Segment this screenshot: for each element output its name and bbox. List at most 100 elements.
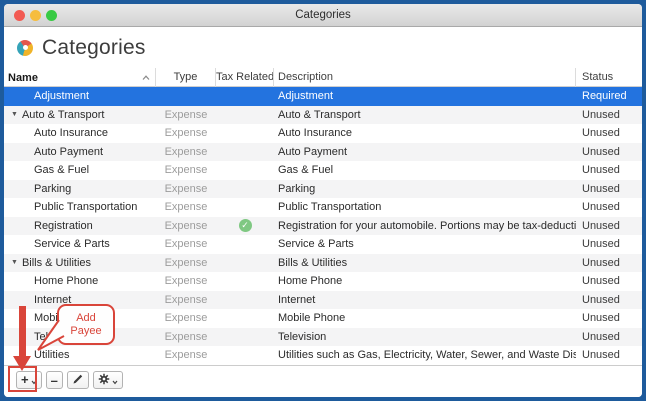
category-name: Auto Payment [4, 146, 156, 158]
table-row[interactable]: ▼Auto & TransportExpenseAuto & Transport… [4, 106, 642, 125]
category-status: Unused [576, 220, 642, 232]
category-name: Auto Insurance [4, 127, 156, 139]
table-row[interactable]: Service & PartsExpenseService & PartsUnu… [4, 235, 642, 254]
category-name-label: Service & Parts [34, 238, 110, 250]
category-name: Home Phone [4, 275, 156, 287]
sort-ascending-icon [142, 75, 150, 81]
page-header: Categories [4, 27, 642, 68]
category-status: Unused [576, 201, 642, 213]
category-name-label: Public Transportation [34, 201, 137, 213]
category-description: Auto Insurance [274, 127, 576, 139]
category-status: Unused [576, 349, 642, 361]
category-type: Expense [156, 164, 216, 176]
toolbar-buttons: +– [16, 371, 642, 389]
category-type: Expense [156, 257, 216, 269]
category-description: Bills & Utilities [274, 257, 576, 269]
category-status: Required [576, 90, 642, 102]
category-description: Gas & Fuel [274, 164, 576, 176]
category-description: Television [274, 331, 576, 343]
category-status: Unused [576, 331, 642, 343]
table-row[interactable]: AdjustmentAdjustmentRequired [4, 87, 642, 106]
column-header-description[interactable]: Description [274, 68, 576, 87]
category-type: Expense [156, 275, 216, 287]
category-status: Unused [576, 183, 642, 195]
table-row[interactable]: Auto PaymentExpenseAuto PaymentUnused [4, 143, 642, 162]
category-description: Internet [274, 294, 576, 306]
tax-related-cell: ✓ [216, 219, 274, 232]
table-header: Name Type Tax Related Description Status [4, 68, 642, 87]
category-description: Registration for your automobile. Portio… [274, 220, 576, 232]
table-row[interactable]: ▼ Bills & Utilities Expense Bills & Utiliti… [4, 254, 642, 273]
category-type: Expense [156, 146, 216, 158]
category-status: Unused [576, 109, 642, 121]
edit-button[interactable] [67, 371, 89, 389]
category-type: Expense [156, 183, 216, 195]
title-bar[interactable]: Categories [4, 4, 642, 27]
category-status: Unused [576, 257, 642, 269]
chevron-down-icon [112, 380, 118, 385]
category-description: Parking [274, 183, 576, 195]
minus-icon: – [51, 373, 58, 388]
category-status: Unused [576, 294, 642, 306]
table-row[interactable]: ParkingExpenseParkingUnused [4, 180, 642, 199]
annotation-callout-line2: Payee [59, 325, 113, 338]
page-title: Categories [42, 36, 146, 60]
category-name: Public Transportation [4, 201, 156, 213]
category-status: Unused [576, 146, 642, 158]
category-description: Adjustment [274, 90, 576, 102]
window-title: Categories [4, 4, 642, 27]
gear-icon [98, 373, 110, 388]
column-header-tax-related[interactable]: Tax Related [216, 68, 274, 87]
pencil-icon [72, 373, 84, 388]
donut-chart-icon [17, 40, 33, 56]
column-header-name[interactable]: Name [4, 68, 156, 87]
category-name-label: Auto Payment [34, 146, 103, 158]
column-header-status[interactable]: Status [576, 68, 642, 87]
category-type: Expense [156, 294, 216, 306]
category-description: Utilities such as Gas, Electricity, Wate… [274, 349, 576, 361]
table-row[interactable]: UtilitiesExpenseUtilities such as Gas, E… [4, 346, 642, 365]
category-name: ▼ Auto & Transport [4, 109, 156, 121]
category-type: Expense [156, 127, 216, 139]
category-description: Auto & Transport [274, 109, 576, 121]
category-name-label: Auto Insurance [34, 127, 108, 139]
bottom-toolbar: +– [4, 365, 642, 397]
category-status: Unused [576, 164, 642, 176]
category-description: Service & Parts [274, 238, 576, 250]
table-row[interactable]: Public Transportation Expense Public Trans… [4, 198, 642, 217]
category-status: Unused [576, 238, 642, 250]
category-type: Expense [156, 220, 216, 232]
category-type: Expense [156, 349, 216, 361]
table-row[interactable]: Registration Expense ✓ Registration for you… [4, 217, 642, 236]
table-row[interactable]: Auto InsuranceExpenseAuto InsuranceUnuse… [4, 124, 642, 143]
category-name-label: Gas & Fuel [34, 164, 89, 176]
category-description: Mobile Phone [274, 312, 576, 324]
screenshot-frame: Categories Categories Name Type Tax Rela… [0, 0, 646, 401]
category-name: Registration [4, 220, 156, 232]
category-name: Adjustment [4, 90, 156, 102]
category-name-label: Auto & Transport [22, 109, 105, 121]
annotation-callout-tail [36, 318, 66, 354]
remove-button[interactable]: – [46, 371, 63, 389]
category-description: Public Transportation [274, 201, 576, 213]
annotation-highlight-box [8, 366, 37, 392]
category-name-label: Adjustment [34, 90, 89, 102]
disclosure-triangle-icon[interactable]: ▼ [11, 111, 18, 118]
category-type: Expense [156, 238, 216, 250]
category-name-label: Registration [34, 220, 93, 232]
annotation-callout-line1: Add [59, 312, 113, 325]
category-type: Expense [156, 331, 216, 343]
category-description: Home Phone [274, 275, 576, 287]
table-row[interactable]: Home PhoneExpenseHome PhoneUnused [4, 272, 642, 291]
table-row[interactable]: Gas & FuelExpenseGas & FuelUnused [4, 161, 642, 180]
category-type: Expense [156, 201, 216, 213]
column-header-type[interactable]: Type [156, 68, 216, 87]
category-type: Expense [156, 312, 216, 324]
actions-button[interactable] [93, 371, 123, 389]
tax-related-check-icon: ✓ [239, 219, 252, 232]
disclosure-triangle-icon[interactable]: ▼ [11, 259, 18, 266]
category-name-label: Bills & Utilities [22, 257, 91, 269]
category-name: ▼ Bills & Utilities [4, 257, 156, 269]
category-name: Gas & Fuel [4, 164, 156, 176]
category-name-label: Home Phone [34, 275, 98, 287]
